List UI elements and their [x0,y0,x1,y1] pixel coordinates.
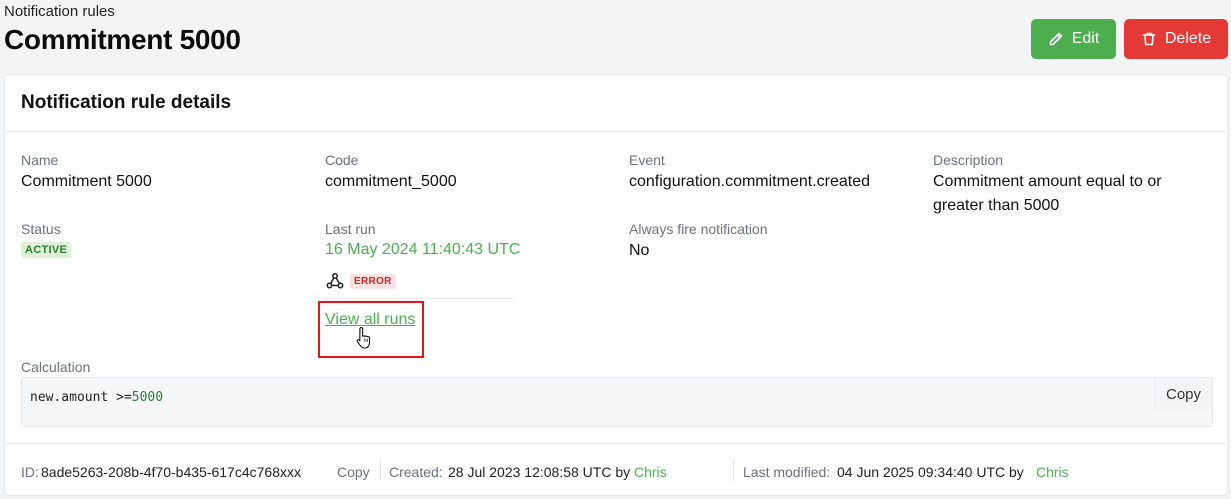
created-label: Created: [389,464,443,480]
id-value: 8ade5263-208b-4f70-b435-617c4c768xxx [41,464,301,480]
modified-by-link[interactable]: Chris [1036,464,1069,480]
calculation-code-block: new.amount >=5000 Copy [21,377,1213,427]
pencil-icon [1049,32,1063,46]
modified-value: 04 Jun 2025 09:34:40 UTC by [837,464,1024,480]
card-header: Notification rule details [5,75,1227,132]
created-value: 28 Jul 2023 12:08:58 UTC by [448,464,631,480]
delete-button[interactable]: Delete [1124,19,1228,59]
created-by-link[interactable]: Chris [634,464,667,480]
trash-icon [1142,32,1156,46]
name-label: Name [21,152,59,168]
calculation-expression: new.amount >= [30,390,132,405]
code-label: Code [325,152,359,168]
card-title: Notification rule details [21,92,232,113]
edit-button[interactable]: Edit [1031,19,1116,59]
name-value: Commitment 5000 [21,173,152,190]
modified-label: Last modified: [743,464,831,480]
webhook-icon [326,273,344,289]
card-footer: ID: 8ade5263-208b-4f70-b435-617c4c768xxx… [5,443,1227,496]
calculation-code: new.amount >=5000 [30,390,163,405]
always-fire-value: No [629,242,650,259]
calculation-label: Calculation [21,359,91,375]
calculation-number: 5000 [131,390,164,405]
always-fire-label: Always fire notification [629,221,768,237]
copy-id-button[interactable]: Copy [337,464,370,480]
last-run-status-badge: ERROR [350,274,396,289]
status-badge: ACTIVE [21,242,72,258]
copy-code-button[interactable]: Copy [1154,378,1212,410]
description-label: Description [933,152,1004,168]
edit-button-label: Edit [1071,30,1100,47]
code-value: commitment_5000 [325,173,457,190]
details-card: Notification rule details Name Commitmen… [4,74,1228,496]
last-run-label: Last run [325,221,376,237]
hand-cursor-icon [356,326,371,349]
divider [325,298,513,299]
id-label: ID: [21,464,39,480]
divider [380,459,381,481]
last-run-date: 16 May 2024 11:40:43 UTC [325,241,521,258]
breadcrumb[interactable]: Notification rules [4,3,115,20]
delete-button-label: Delete [1164,30,1212,47]
description-line-1: Commitment amount equal to or [933,173,1162,190]
divider [733,459,734,481]
event-value: configuration.commitment.created [629,173,870,190]
status-label: Status [21,221,61,237]
description-line-2: greater than 5000 [933,197,1060,214]
event-label: Event [629,152,665,168]
page-title: Commitment 5000 [4,24,241,55]
